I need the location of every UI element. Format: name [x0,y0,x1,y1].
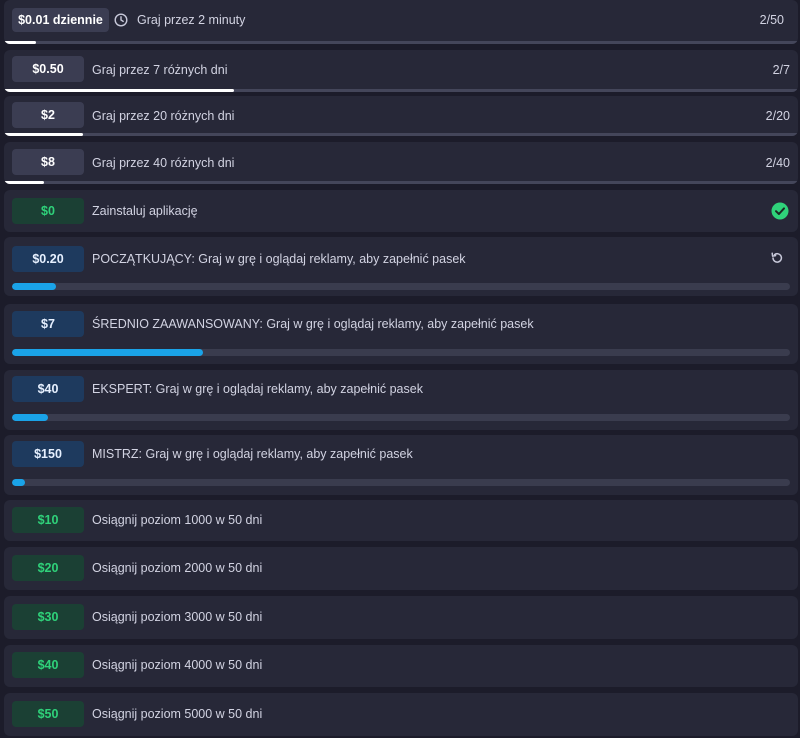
milestone-row[interactable]: $20 Osiągnij poziom 2000 w 50 dni [4,547,798,590]
check-circle-icon [771,202,789,225]
task-count: 2/7 [772,63,790,77]
task-progress-fill [4,41,36,44]
task-label: Graj przez 2 minuty [137,13,246,27]
task-label: EKSPERT: Graj w grę i oglądaj reklamy, a… [92,382,423,396]
task-progress-track [4,181,798,184]
task-row[interactable]: $0.50 Graj przez 7 różnych dni 2/7 [4,50,798,92]
reward-badge: $20 [12,555,84,581]
milestone-row[interactable]: $40 Osiągnij poziom 4000 w 50 dni [4,645,798,687]
reward-badge: $8 [12,149,84,175]
milestone-row[interactable]: $50 Osiągnij poziom 5000 w 50 dni [4,693,798,736]
reward-badge: $50 [12,701,84,727]
task-count: 2/50 [759,13,784,27]
task-label: Osiągnij poziom 1000 w 50 dni [92,513,263,527]
level-progress-track [12,414,790,421]
level-row-beginner[interactable]: $0.20 POCZĄTKUJĄCY: Graj w grę i oglądaj… [4,237,798,296]
reward-badge: $0 [12,198,84,224]
reward-badge: $10 [12,507,84,533]
task-row[interactable]: $0.01 dziennie Graj przez 2 minuty 2/50 [4,0,798,44]
reward-badge: $40 [12,652,84,678]
milestone-row[interactable]: $30 Osiągnij poziom 3000 w 50 dni [4,596,798,639]
task-label: Graj przez 40 różnych dni [92,156,235,170]
task-label: MISTRZ: Graj w grę i oglądaj reklamy, ab… [92,447,413,461]
reward-badge: $30 [12,604,84,630]
level-progress-fill [12,349,203,356]
level-progress-track [12,479,790,486]
refresh-icon[interactable] [770,251,784,270]
task-progress-track [4,89,798,92]
task-label: Osiągnij poziom 3000 w 50 dni [92,610,263,624]
task-label: ŚREDNIO ZAAWANSOWANY: Graj w grę i ogląd… [92,317,534,331]
task-label: Graj przez 20 różnych dni [92,109,235,123]
task-row[interactable]: $8 Graj przez 40 różnych dni 2/40 [4,142,798,184]
level-progress-track [12,349,790,356]
task-progress-track [4,41,798,44]
reward-badge: $0.50 [12,56,84,82]
reward-badge: $7 [12,311,84,337]
task-count: 2/20 [765,109,790,123]
level-progress-fill [12,283,57,290]
milestone-row[interactable]: $10 Osiągnij poziom 1000 w 50 dni [4,500,798,541]
task-count: 2/40 [765,156,790,170]
task-label: POCZĄTKUJĄCY: Graj w grę i oglądaj rekla… [92,252,466,266]
reward-badge: $0.20 [12,246,84,272]
clock-icon [114,13,128,32]
task-label: Osiągnij poziom 4000 w 50 dni [92,658,263,672]
task-progress-fill [4,133,84,136]
level-row-master[interactable]: $150 MISTRZ: Graj w grę i oglądaj reklam… [4,435,798,495]
task-label: Osiągnij poziom 2000 w 50 dni [92,561,263,575]
level-row-expert[interactable]: $40 EKSPERT: Graj w grę i oglądaj reklam… [4,370,798,430]
task-label: Zainstaluj aplikację [92,204,198,218]
level-progress-fill [12,479,26,486]
install-row[interactable]: $0 Zainstaluj aplikację [4,190,798,232]
reward-badge: $40 [12,376,84,402]
level-progress-fill [12,414,48,421]
task-row[interactable]: $2 Graj przez 20 różnych dni 2/20 [4,96,798,136]
level-row-intermediate[interactable]: $7 ŚREDNIO ZAAWANSOWANY: Graj w grę i og… [4,304,798,364]
task-label: Osiągnij poziom 5000 w 50 dni [92,707,263,721]
task-progress-fill [4,89,235,92]
reward-badge: $2 [12,102,84,128]
task-progress-track [4,133,798,136]
level-progress-track [12,283,790,290]
reward-badge: $0.01 dziennie [12,8,109,32]
reward-badge: $150 [12,441,84,467]
task-label: Graj przez 7 różnych dni [92,63,228,77]
task-progress-fill [4,181,44,184]
